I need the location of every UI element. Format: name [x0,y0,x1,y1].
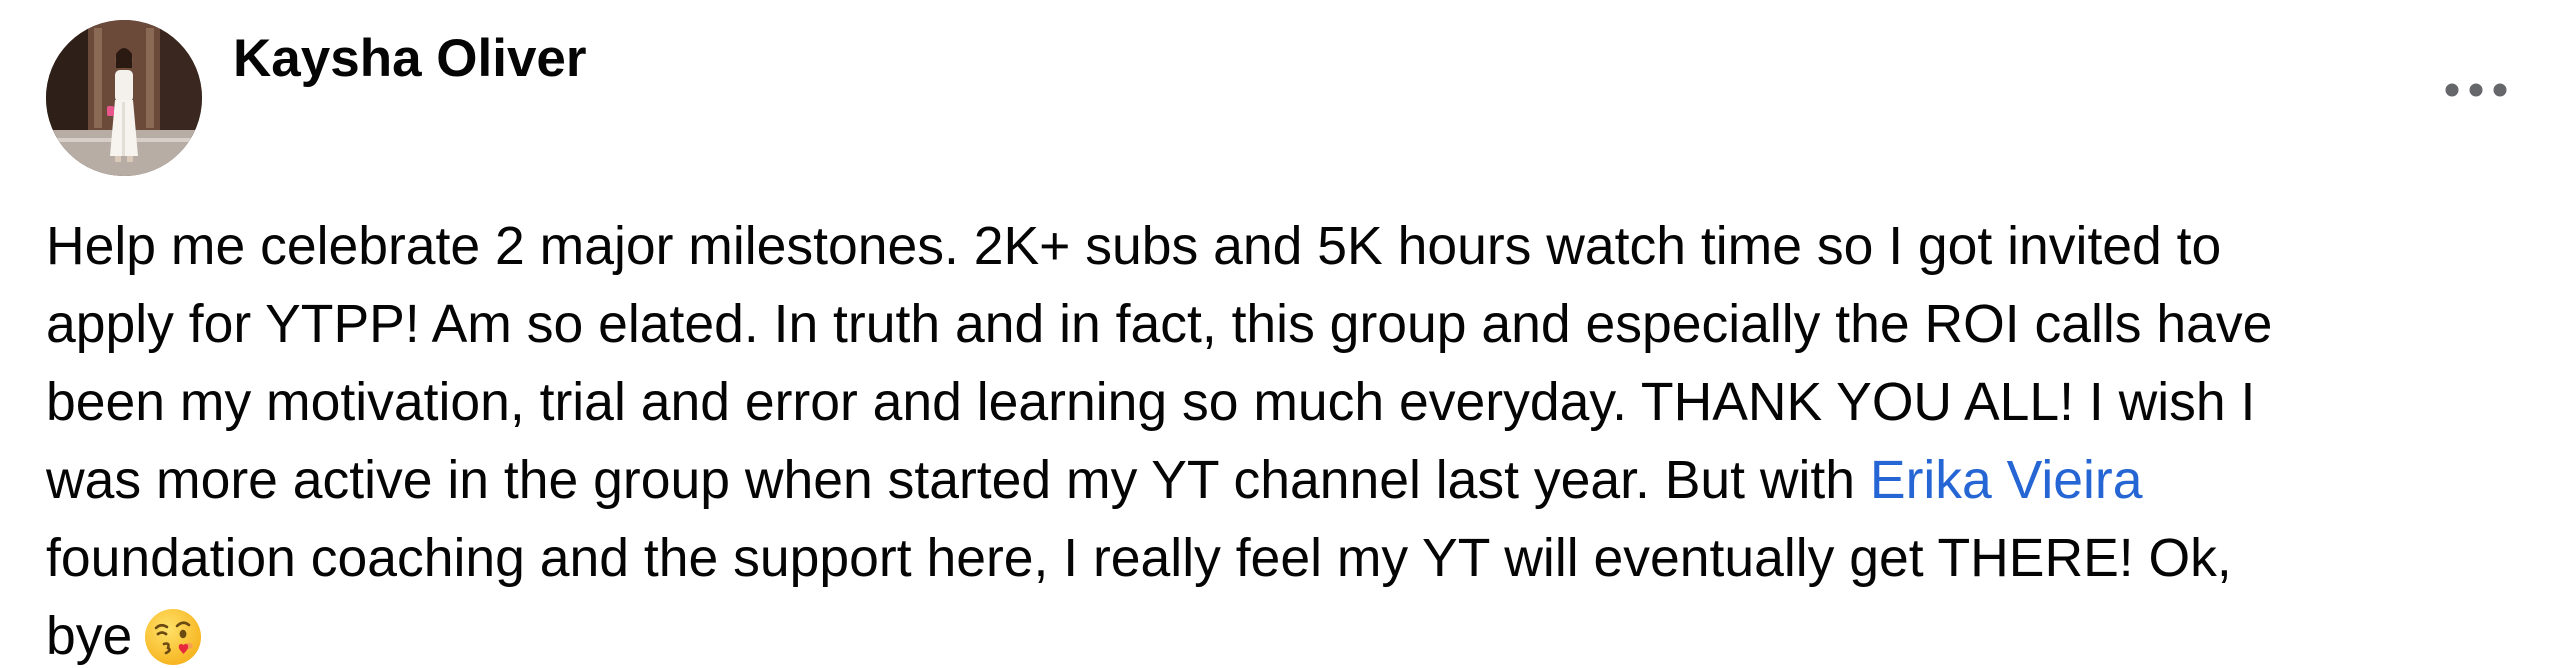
post-text: Help me celebrate 2 major milestones. 2K… [46,208,2536,668]
more-options-button[interactable] [2436,60,2516,120]
author-name[interactable]: Kaysha Oliver [233,26,587,92]
profile-photo-icon [46,20,202,176]
post-text-segment: bye [46,607,133,666]
post-text-line: foundation coaching and the support here… [46,529,2232,588]
post-text-line: been my motivation, trial and error and … [46,373,2256,432]
post-text-line: was more active in the group when starte… [46,442,2536,520]
post-text-line: bye [46,598,2536,668]
face-blowing-a-kiss-emoji-icon [142,606,204,668]
more-horizontal-icon [2445,83,2507,97]
mention-link[interactable]: Erika Vieira [1870,451,2143,510]
post-text-line: Help me celebrate 2 major milestones. 2K… [46,217,2222,276]
post-text-line: apply for YTPP! Am so elated. In truth a… [46,295,2273,354]
post-text-segment: was more active in the group when starte… [46,451,1870,510]
author-avatar[interactable] [46,20,202,176]
post-card: Kaysha Oliver Help me celebrate 2 major … [0,0,2560,668]
